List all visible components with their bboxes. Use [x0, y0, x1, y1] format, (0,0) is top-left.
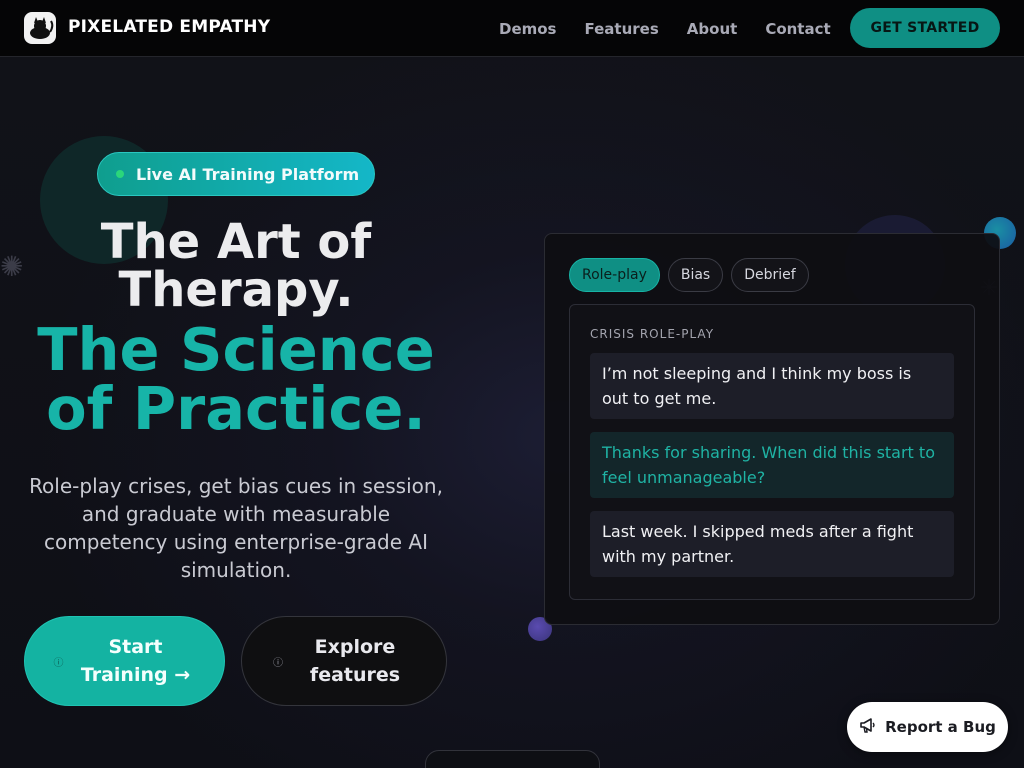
nav-link-features[interactable]: Features — [585, 20, 659, 38]
tab-debrief[interactable]: Debrief — [731, 258, 809, 292]
chat-message-client: I’m not sleeping and I think my boss is … — [590, 353, 954, 419]
live-badge: Live AI Training Platform — [97, 152, 375, 196]
cat-logo-icon[interactable] — [24, 12, 56, 44]
nav-link-contact[interactable]: Contact — [765, 20, 830, 38]
info-icon: ⓘ — [273, 657, 283, 669]
headline-line-1: The Art of — [100, 214, 372, 270]
chat-message-therapist: Thanks for sharing. When did this start … — [590, 432, 954, 498]
info-icon: ⓘ — [53, 657, 64, 669]
report-bug-label: Report a Bug — [885, 718, 996, 736]
tab-role-play[interactable]: Role-play — [569, 258, 660, 292]
explore-features-label: Explore features — [309, 636, 401, 686]
report-bug-button[interactable]: Report a Bug — [847, 702, 1008, 752]
accent-line-1: The Science — [37, 315, 435, 384]
accent-headline: The Science of Practice. — [0, 320, 472, 438]
nav-link-about[interactable]: About — [687, 20, 738, 38]
nav-links: Demos Features About Contact — [499, 20, 831, 38]
top-navigation: PIXELATED EMPATHY Demos Features About C… — [0, 0, 1024, 57]
roleplay-panel: CRISIS ROLE-PLAY I’m not sleeping and I … — [569, 304, 975, 600]
bottom-toolbar[interactable] — [425, 750, 600, 768]
demo-tabs: Role-play Bias Debrief — [569, 258, 809, 292]
headline-line-2: Therapy. — [118, 262, 354, 318]
get-started-button[interactable]: GET STARTED — [850, 8, 1000, 48]
badge-label: Live AI Training Platform — [136, 164, 360, 184]
start-training-label: Start Training → — [80, 636, 191, 686]
accent-line-2: of Practice. — [46, 374, 426, 443]
chat-message-client: Last week. I skipped meds after a fight … — [590, 511, 954, 577]
brand-name[interactable]: PIXELATED EMPATHY — [68, 17, 270, 37]
tab-bias[interactable]: Bias — [667, 258, 724, 292]
headline: The Art of Therapy. — [0, 218, 472, 314]
start-training-button[interactable]: ⓘ Start Training → — [24, 616, 225, 706]
explore-features-button[interactable]: ⓘ Explore features — [241, 616, 447, 706]
hero-subtitle: Role-play crises, get bias cues in sessi… — [29, 474, 443, 582]
megaphone-icon — [859, 716, 877, 738]
panel-title: CRISIS ROLE-PLAY — [590, 327, 715, 341]
demo-card: Role-play Bias Debrief CRISIS ROLE-PLAY … — [544, 233, 1000, 625]
nav-link-demos[interactable]: Demos — [499, 20, 557, 38]
status-dot-icon — [116, 170, 124, 178]
